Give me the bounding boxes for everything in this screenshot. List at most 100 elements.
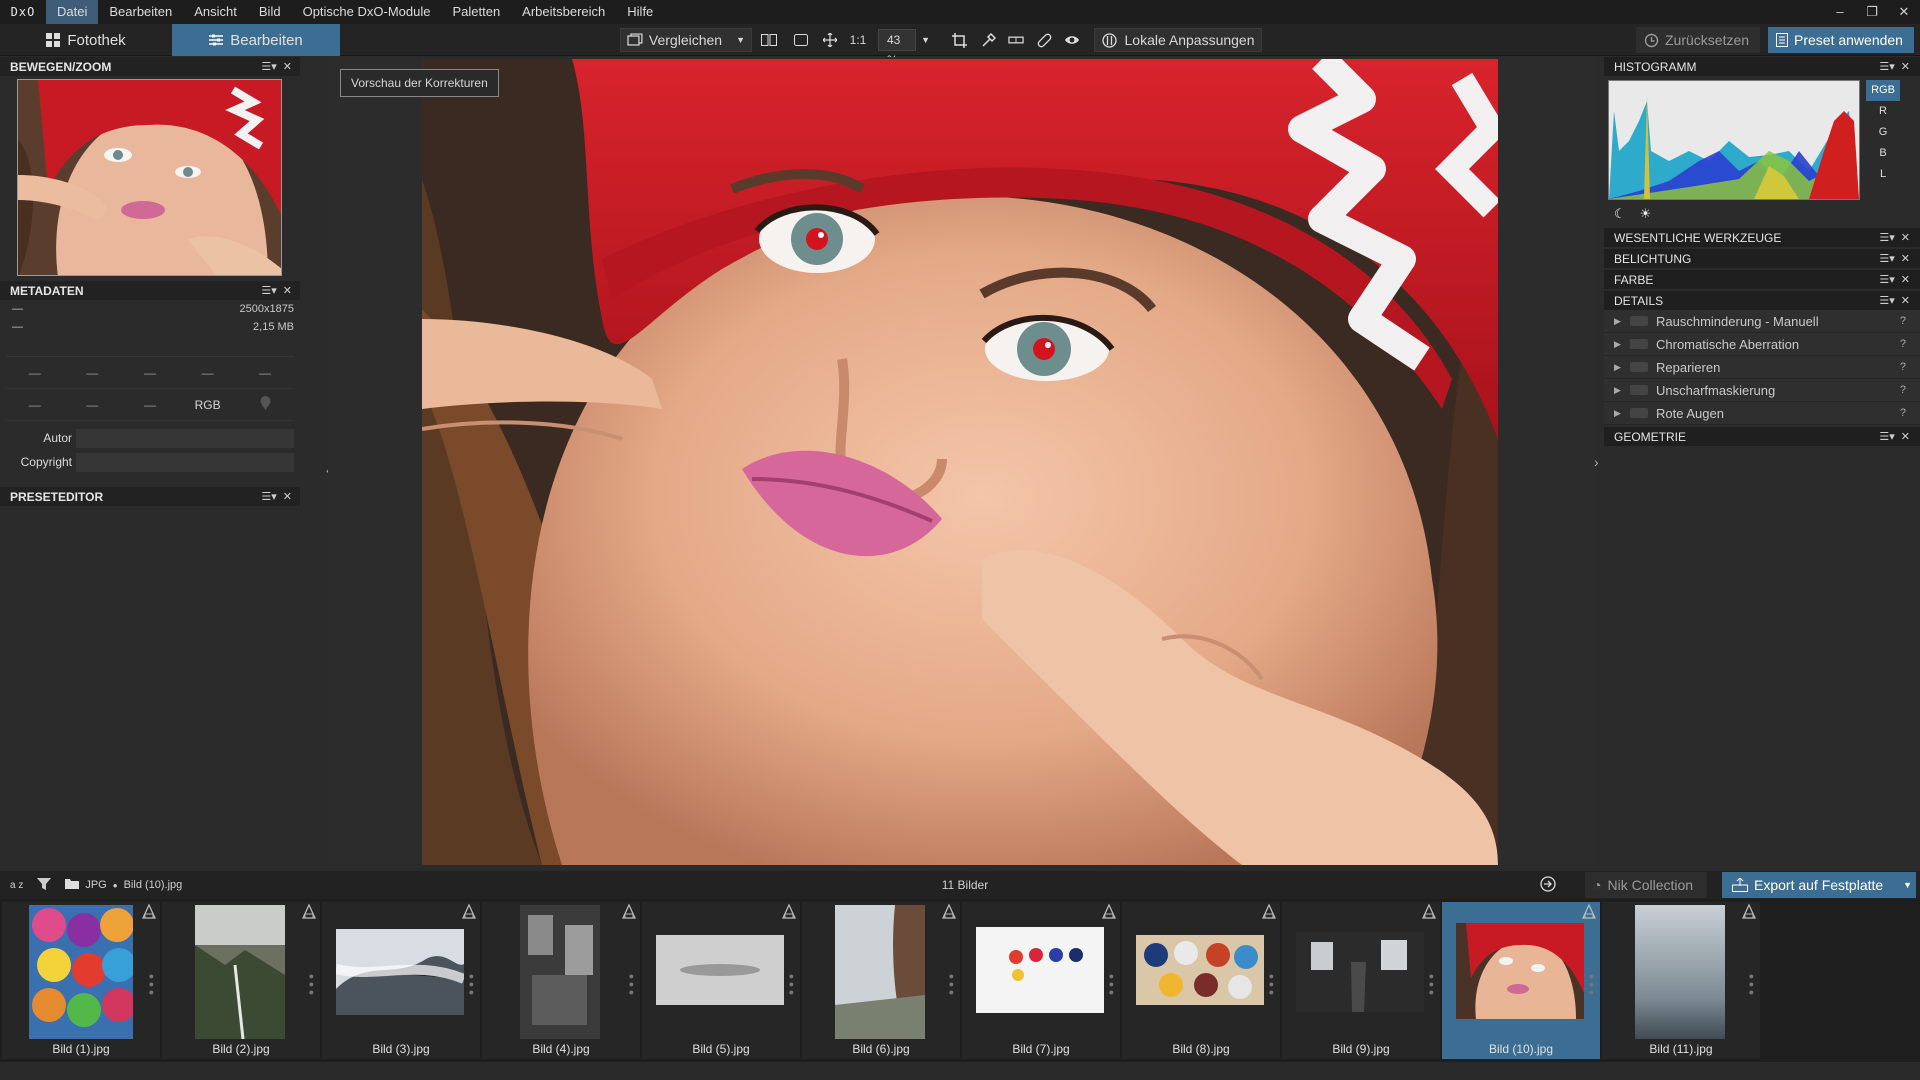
- preset-editor-header[interactable]: PRESETEDITOR ☰▾ ✕: [0, 487, 300, 506]
- flag-icon[interactable]: [781, 903, 797, 919]
- horizon-button[interactable]: [1002, 28, 1030, 52]
- chevron-down-icon[interactable]: ▼: [1903, 880, 1912, 890]
- help-icon[interactable]: ?: [1900, 361, 1906, 373]
- one-to-one-button[interactable]: 1:1: [844, 28, 872, 52]
- thumbnail[interactable]: Bild (9).jpg ● ● ●: [1282, 902, 1440, 1059]
- thumbnail[interactable]: Bild (2).jpg ● ● ●: [162, 902, 320, 1059]
- close-icon[interactable]: ✕: [1901, 252, 1910, 265]
- move-zoom-header[interactable]: BEWEGEN/ZOOM ☰▾ ✕: [0, 57, 300, 76]
- geometry-header[interactable]: GEOMETRIE ☰▾ ✕: [1604, 427, 1920, 446]
- crop-button[interactable]: [944, 28, 974, 52]
- help-icon[interactable]: ?: [1900, 407, 1906, 419]
- sun-icon[interactable]: ☀: [1640, 206, 1652, 222]
- split-view-button[interactable]: [752, 28, 786, 52]
- tab-fotothek[interactable]: Fotothek: [0, 24, 172, 56]
- channel-b[interactable]: B: [1866, 143, 1900, 164]
- fit-screen-button[interactable]: [786, 28, 816, 52]
- detail-red-eye[interactable]: ▶ Rote Augen ?: [1604, 402, 1920, 425]
- restore-button[interactable]: ❐: [1856, 0, 1888, 24]
- drag-handle-icon[interactable]: ● ● ●: [1749, 972, 1754, 997]
- close-icon[interactable]: ✕: [283, 60, 292, 73]
- flag-icon[interactable]: [1741, 903, 1757, 919]
- navigator-preview[interactable]: [17, 79, 282, 276]
- nik-collection-button[interactable]: ◔ Nik Collection: [1585, 872, 1707, 898]
- share-icon[interactable]: [1540, 875, 1556, 895]
- close-icon[interactable]: ✕: [283, 284, 292, 297]
- essential-tools-header[interactable]: WESENTLICHE WERKZEUGE ☰▾ ✕: [1604, 228, 1920, 247]
- flag-icon[interactable]: [1581, 903, 1597, 919]
- copyright-field[interactable]: [76, 452, 294, 472]
- expand-arrow-icon[interactable]: ▶: [1614, 385, 1626, 396]
- channel-rgb[interactable]: RGB: [1866, 80, 1900, 101]
- panel-menu-icon[interactable]: ☰▾: [1879, 252, 1894, 265]
- close-icon[interactable]: ✕: [1901, 430, 1910, 443]
- menu-optische-module[interactable]: Optische DxO-Module: [292, 0, 442, 24]
- exposure-header[interactable]: BELICHTUNG ☰▾ ✕: [1604, 249, 1920, 268]
- pan-button[interactable]: [816, 28, 844, 52]
- sort-button[interactable]: a z: [10, 880, 23, 891]
- thumbnail-selected[interactable]: Bild (10).jpg ● ● ●: [1442, 902, 1600, 1059]
- menu-bearbeiten[interactable]: Bearbeiten: [98, 0, 183, 24]
- panel-menu-icon[interactable]: ☰▾: [261, 284, 276, 297]
- close-icon[interactable]: ✕: [283, 490, 292, 503]
- repair-button[interactable]: [1030, 28, 1058, 52]
- author-field[interactable]: [76, 428, 294, 448]
- thumbnail[interactable]: Bild (1).jpg ● ● ●: [2, 902, 160, 1059]
- close-icon[interactable]: ✕: [1901, 60, 1910, 73]
- toggle-switch[interactable]: [1630, 385, 1648, 395]
- menu-arbeitsbereich[interactable]: Arbeitsbereich: [511, 0, 616, 24]
- flag-icon[interactable]: [621, 903, 637, 919]
- help-icon[interactable]: ?: [1900, 338, 1906, 350]
- expand-arrow-icon[interactable]: ▶: [1614, 362, 1626, 373]
- help-icon[interactable]: ?: [1900, 315, 1906, 327]
- menu-datei[interactable]: Datei: [46, 0, 99, 24]
- reset-button[interactable]: Zurücksetzen: [1636, 27, 1760, 53]
- channel-g[interactable]: G: [1866, 122, 1900, 143]
- expand-arrow-icon[interactable]: ▶: [1614, 339, 1626, 350]
- menu-hilfe[interactable]: Hilfe: [616, 0, 664, 24]
- image-canvas[interactable]: Vorschau der Korrekturen: [328, 57, 1596, 865]
- expand-arrow-icon[interactable]: ▶: [1614, 408, 1626, 419]
- panel-menu-icon[interactable]: ☰▾: [1879, 273, 1894, 286]
- drag-handle-icon[interactable]: ● ● ●: [1269, 972, 1274, 997]
- toggle-switch[interactable]: [1630, 408, 1648, 418]
- thumbnail[interactable]: Bild (5).jpg ● ● ●: [642, 902, 800, 1059]
- drag-handle-icon[interactable]: ● ● ●: [149, 972, 154, 997]
- flag-icon[interactable]: [301, 903, 317, 919]
- collapse-right-panel-icon[interactable]: ›: [1594, 454, 1599, 470]
- detail-chromatic-aberration[interactable]: ▶ Chromatische Aberration ?: [1604, 333, 1920, 356]
- local-adjustments-button[interactable]: Lokale Anpassungen: [1094, 28, 1262, 52]
- menu-ansicht[interactable]: Ansicht: [183, 0, 248, 24]
- help-icon[interactable]: ?: [1900, 384, 1906, 396]
- moon-icon[interactable]: ☾: [1614, 206, 1626, 222]
- close-icon[interactable]: ✕: [1901, 231, 1910, 244]
- flag-icon[interactable]: [461, 903, 477, 919]
- red-eye-button[interactable]: [1058, 28, 1086, 52]
- preview-corrections-toggle[interactable]: Vorschau der Korrekturen: [340, 69, 499, 97]
- drag-handle-icon[interactable]: ● ● ●: [1589, 972, 1594, 997]
- thumbnail[interactable]: Bild (11).jpg ● ● ●: [1602, 902, 1760, 1059]
- filter-icon[interactable]: [37, 877, 52, 893]
- drag-handle-icon[interactable]: ● ● ●: [1109, 972, 1114, 997]
- flag-icon[interactable]: [141, 903, 157, 919]
- flag-icon[interactable]: [1421, 903, 1437, 919]
- details-header[interactable]: DETAILS ☰▾ ✕: [1604, 291, 1920, 310]
- drag-handle-icon[interactable]: ● ● ●: [309, 972, 314, 997]
- export-to-disk-button[interactable]: Export auf Festplatte ▼: [1722, 872, 1916, 898]
- close-icon[interactable]: ✕: [1901, 273, 1910, 286]
- menu-paletten[interactable]: Paletten: [441, 0, 511, 24]
- detail-noise-reduction[interactable]: ▶ Rauschminderung - Manuell ?: [1604, 310, 1920, 333]
- channel-l[interactable]: L: [1866, 164, 1900, 185]
- flag-icon[interactable]: [1101, 903, 1117, 919]
- compare-button[interactable]: Vergleichen ▼: [620, 28, 752, 52]
- thumbnail[interactable]: Bild (3).jpg ● ● ●: [322, 902, 480, 1059]
- detail-repair[interactable]: ▶ Reparieren ?: [1604, 356, 1920, 379]
- drag-handle-icon[interactable]: ● ● ●: [1429, 972, 1434, 997]
- detail-unsharp-mask[interactable]: ▶ Unscharfmaskierung ?: [1604, 379, 1920, 402]
- panel-menu-icon[interactable]: ☰▾: [261, 490, 276, 503]
- drag-handle-icon[interactable]: ● ● ●: [469, 972, 474, 997]
- toggle-switch[interactable]: [1630, 339, 1648, 349]
- picker-button[interactable]: [974, 28, 1002, 52]
- zoom-select[interactable]: 43 % ▼: [872, 28, 936, 67]
- drag-handle-icon[interactable]: ● ● ●: [629, 972, 634, 997]
